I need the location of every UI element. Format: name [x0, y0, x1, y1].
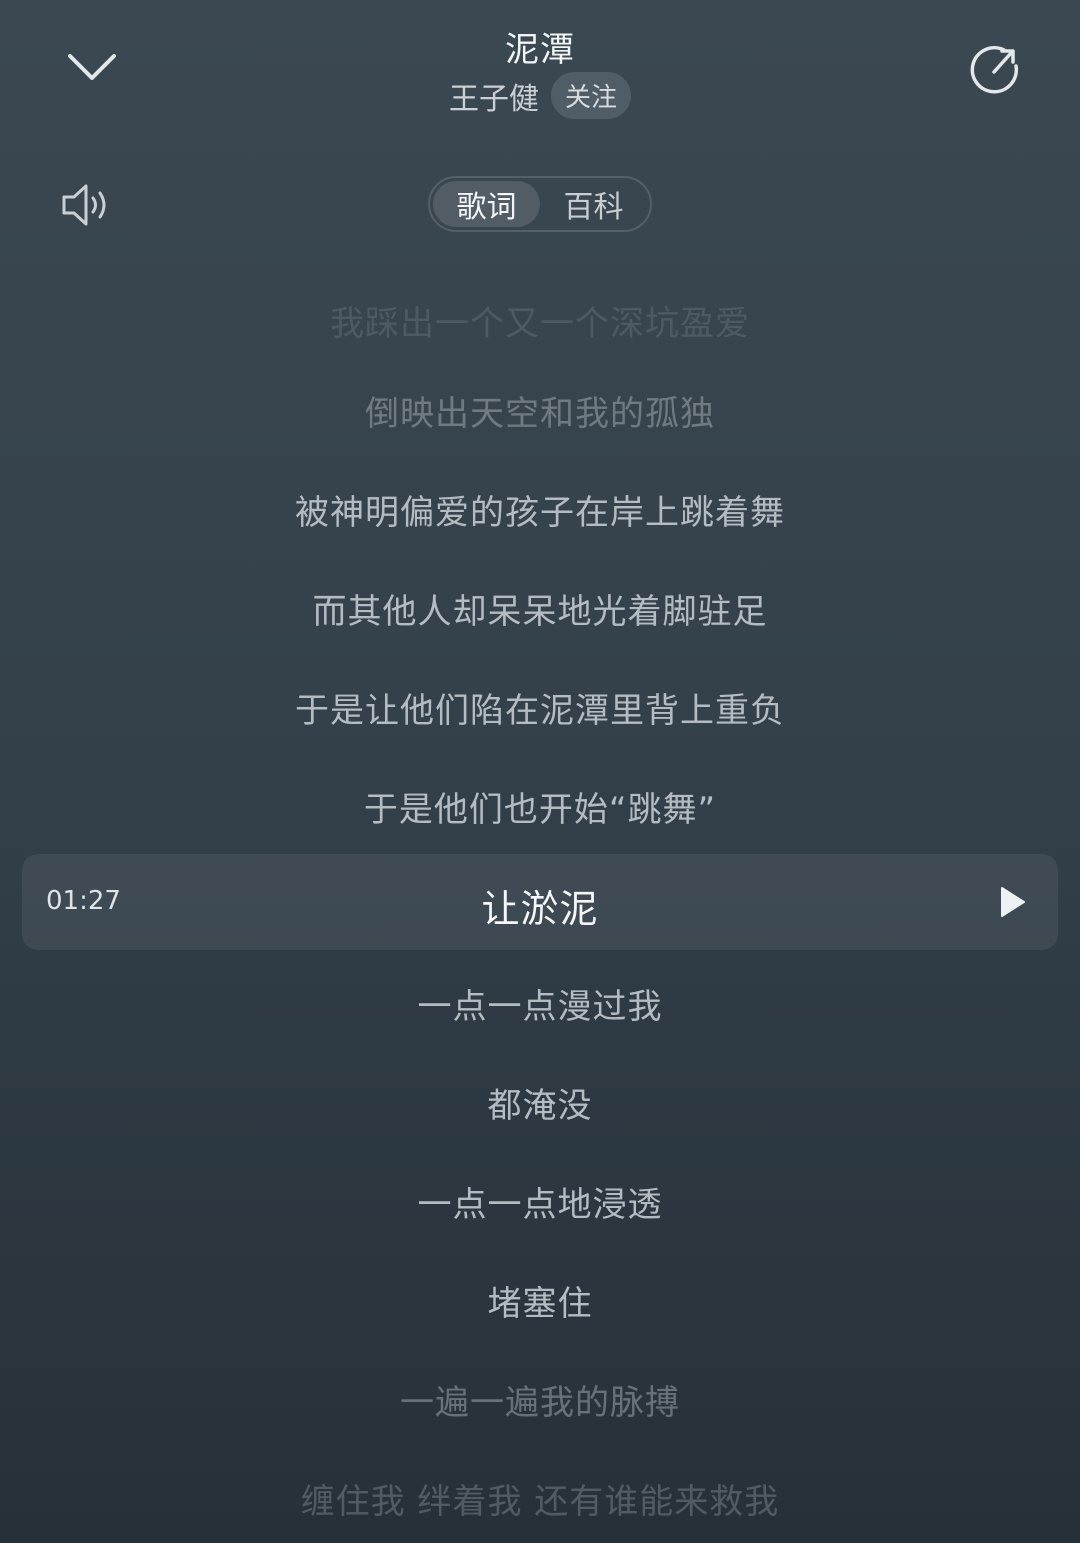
lyric-line[interactable]: 被神明偏爱的孩子在岸上跳着舞 — [0, 485, 1080, 534]
share-button[interactable] — [964, 40, 1024, 100]
artist-name[interactable]: 王子健 — [449, 74, 539, 118]
top-bar: 泥潭 王子健 关注 — [0, 0, 1080, 140]
lyric-line[interactable]: 缠住我 绊着我 还有谁能来救我 — [0, 1474, 1080, 1523]
volume-button[interactable] — [58, 178, 116, 232]
share-icon — [970, 46, 1019, 94]
play-from-line-button[interactable] — [994, 884, 1030, 920]
volume-icon — [62, 184, 106, 226]
current-lyric-text: 让淤泥 — [481, 887, 599, 931]
song-title: 泥潭 — [505, 30, 575, 70]
lyric-line[interactable]: 都淹没 — [0, 1078, 1080, 1127]
follow-button[interactable]: 关注 — [550, 72, 631, 119]
lyric-line[interactable]: 而其他人却呆呆地光着脚驻足 — [0, 584, 1080, 633]
lyric-line[interactable]: 一点一点地浸透 — [0, 1177, 1080, 1226]
lyric-line[interactable]: 堵塞住 — [0, 1276, 1080, 1325]
artist-row: 王子健 关注 — [0, 72, 1080, 119]
current-lyric-row[interactable]: 01:27 让淤泥 — [22, 854, 1058, 950]
lyric-line[interactable]: 于是他们也开始“跳舞” — [0, 782, 1080, 831]
lyric-line[interactable]: 倒映出天空和我的孤独 — [0, 386, 1080, 435]
tab-wiki[interactable]: 百科 — [540, 181, 647, 227]
play-icon — [1001, 887, 1025, 917]
lyric-line[interactable]: 一点一点漫过我 — [0, 979, 1080, 1028]
lyric-line[interactable]: 于是让他们陷在泥潭里背上重负 — [0, 683, 1080, 732]
lyric-line[interactable]: 我踩出一个又一个深坑盈爱 — [0, 296, 1080, 345]
tab-lyrics[interactable]: 歌词 — [433, 181, 540, 227]
lyrics-wiki-tab-switch: 歌词 百科 — [428, 176, 652, 232]
lyric-line[interactable]: 一遍一遍我的脉搏 — [0, 1375, 1080, 1424]
